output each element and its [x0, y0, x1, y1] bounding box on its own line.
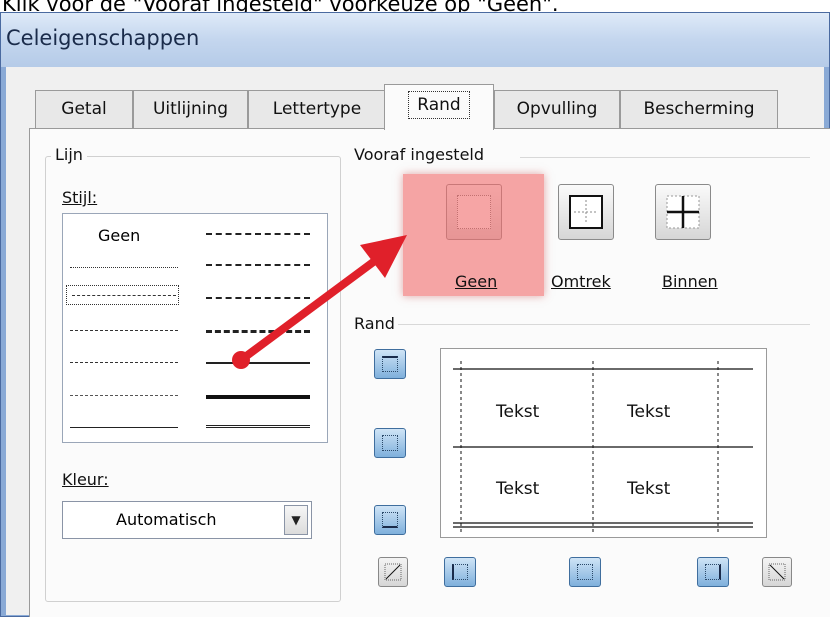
preset-outline-button[interactable]	[558, 184, 614, 240]
color-label: Kleur:	[62, 470, 109, 489]
line-group-legend: Lijn	[51, 145, 87, 164]
tab-label: Bescherming	[643, 99, 755, 119]
border-inside-icon	[666, 195, 700, 229]
tab-label: Rand	[408, 91, 470, 119]
preview-cell-text: Tekst	[627, 402, 671, 422]
border-left-icon	[452, 564, 468, 580]
preview-cell-text: Tekst	[496, 402, 540, 422]
border-separator	[398, 324, 810, 325]
border-right-button[interactable]	[697, 557, 729, 587]
diagonal-down-icon	[768, 563, 786, 581]
tab-label: Lettertype	[272, 99, 362, 119]
tab-opvulling[interactable]: Opvulling	[494, 90, 620, 128]
window-title: Celeigenschappen	[6, 26, 200, 50]
border-inner-horizontal-button[interactable]	[374, 428, 406, 458]
preset-none-label: Geen	[455, 272, 498, 291]
chevron-down-icon[interactable]: ▼	[284, 505, 308, 535]
line-style-dash-dot-dot[interactable]	[70, 330, 178, 331]
line-style-medium-dashed[interactable]	[206, 330, 310, 333]
border-bottom-icon	[382, 512, 398, 528]
tab-rand[interactable]: Rand	[384, 84, 494, 130]
preset-inside-label: Binnen	[662, 272, 718, 291]
tab-getal[interactable]: Getal	[35, 90, 133, 128]
preview-borders	[453, 361, 753, 533]
tab-lettertype[interactable]: Lettertype	[248, 90, 386, 128]
presets-separator	[520, 157, 810, 158]
border-inner-vertical-button[interactable]	[569, 557, 601, 587]
line-style-none[interactable]: Geen	[98, 226, 140, 245]
line-style-thick[interactable]	[206, 395, 310, 399]
line-style-double[interactable]	[206, 425, 310, 428]
tab-uitlijning[interactable]: Uitlijning	[133, 90, 248, 128]
line-style-hairline[interactable]	[70, 267, 178, 268]
tab-label: Opvulling	[516, 99, 598, 119]
preset-outline-label: Omtrek	[551, 272, 611, 291]
tab-label: Uitlijning	[152, 99, 229, 119]
line-style-medium-dash-dot-dot[interactable]	[206, 233, 310, 235]
tab-bescherming[interactable]: Bescherming	[620, 90, 778, 128]
preview-cell-text: Tekst	[496, 479, 540, 499]
line-style-dash-dot[interactable]	[70, 362, 178, 363]
border-bottom-button[interactable]	[374, 505, 406, 535]
border-left-button[interactable]	[444, 557, 476, 587]
border-legend: Rand	[350, 314, 399, 333]
border-inner-vertical-icon	[577, 564, 593, 580]
line-style-dashed[interactable]	[70, 395, 178, 396]
border-diagonal-down-button[interactable]	[762, 557, 792, 587]
line-style-dotted[interactable]	[72, 295, 176, 296]
line-style-slanted-dash-dot[interactable]	[206, 264, 310, 266]
border-diagonal-up-button[interactable]	[378, 557, 408, 587]
style-label: Stijl:	[62, 188, 98, 207]
border-top-button[interactable]	[374, 349, 406, 379]
diagonal-up-icon	[384, 563, 402, 581]
border-top-icon	[382, 356, 398, 372]
border-outline-icon	[569, 195, 603, 229]
preview-cell-text: Tekst	[627, 479, 671, 499]
line-style-list[interactable]	[62, 213, 328, 443]
color-select-value: Automatisch	[116, 510, 217, 529]
tab-label: Getal	[61, 99, 107, 119]
line-style-medium[interactable]	[206, 362, 310, 364]
presets-legend: Vooraf ingesteld	[350, 145, 489, 164]
preset-inside-button[interactable]	[655, 184, 711, 240]
border-right-icon	[705, 564, 721, 580]
border-inner-horizontal-icon	[382, 435, 398, 451]
line-style-thin[interactable]	[70, 427, 178, 428]
line-style-medium-dash-dot[interactable]	[206, 297, 310, 299]
border-preview[interactable]	[440, 348, 767, 538]
